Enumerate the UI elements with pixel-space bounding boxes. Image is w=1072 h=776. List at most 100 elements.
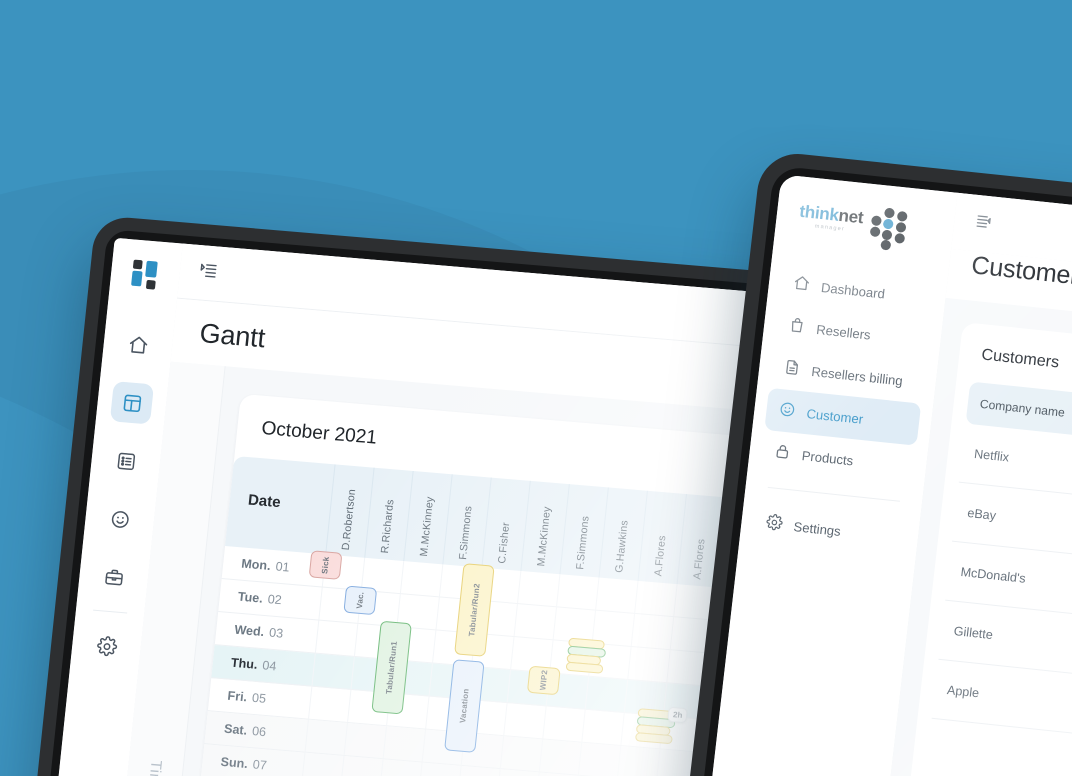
logo-think: think (798, 201, 840, 225)
gantt-resource-label: M.McKinney (535, 506, 554, 568)
gantt-dow: Sun. (219, 754, 249, 772)
gantt-cell[interactable] (506, 670, 550, 706)
gantt-cell[interactable] (321, 554, 365, 590)
table-row[interactable]: AppleKristin (931, 659, 1072, 760)
gantt-cell[interactable] (588, 643, 631, 679)
sidebar-item-settings[interactable]: Settings (751, 501, 908, 559)
gantt-cell[interactable] (314, 620, 358, 656)
list-view-icon[interactable] (197, 260, 220, 287)
rail-item-gantt[interactable] (109, 381, 155, 425)
gantt-day-number: 05 (251, 690, 267, 706)
rail-item-people[interactable] (98, 497, 142, 540)
gantt-resource-label: A.Flores (691, 538, 708, 581)
gantt-cell[interactable] (513, 603, 556, 640)
gantt-cell[interactable] (428, 663, 471, 699)
logo-wordmark: thinknet manager (798, 201, 865, 235)
sidebar-item-label: Resellers billing (810, 363, 904, 388)
gantt-cell[interactable] (517, 570, 560, 607)
gantt-cell[interactable] (549, 640, 592, 676)
gantt-cell[interactable] (581, 709, 624, 745)
gantt-cell[interactable] (545, 673, 589, 709)
rail-item-lists[interactable] (104, 439, 148, 482)
gantt-cell[interactable] (595, 577, 638, 613)
gantt-cell[interactable] (350, 656, 393, 693)
rail-item-home[interactable] (116, 323, 160, 366)
rail-item-settings[interactable] (84, 624, 128, 667)
sidebar-item-label: Customer (805, 405, 865, 427)
gantt-cell[interactable] (340, 755, 383, 776)
rail-item-jobs[interactable] (92, 555, 136, 598)
cell-company-name: Apple (946, 683, 980, 701)
gantt-cell[interactable] (357, 590, 400, 627)
gantt-cell[interactable] (556, 574, 599, 610)
gantt-day-number: 06 (251, 724, 267, 740)
gantt-cell[interactable] (616, 745, 660, 776)
gantt-cell[interactable] (418, 762, 461, 776)
gantt-cell[interactable] (432, 630, 475, 666)
gantt-cell[interactable] (460, 732, 504, 769)
gantt-dow: Fri. (226, 688, 248, 705)
logo-net: net (837, 205, 865, 228)
gantt-cell[interactable] (389, 660, 432, 696)
gantt-cell[interactable] (478, 567, 521, 603)
sidebar-item-label: Dashboard (820, 279, 886, 302)
smiley-face-icon (778, 400, 797, 422)
gantt-resource-label: D.Robertson (339, 488, 359, 551)
gantt-cell[interactable] (360, 557, 404, 594)
gantt-cell[interactable] (538, 739, 582, 775)
thinknet-logo-icon[interactable] (131, 259, 160, 290)
gantt-cell[interactable] (552, 607, 596, 643)
gantt-cell[interactable] (343, 722, 387, 759)
document-icon (782, 358, 801, 380)
gantt-cell[interactable] (464, 699, 507, 736)
gantt-cell[interactable] (311, 653, 354, 689)
nav-divider (767, 486, 900, 502)
gantt-cell[interactable] (630, 613, 674, 650)
gantt-cell[interactable] (634, 580, 677, 617)
sidebar-item-label: Resellers (815, 321, 872, 343)
gantt-cell[interactable] (438, 564, 482, 600)
tablet-nav: Dashboard Resellers Resellers billing Custo… (739, 260, 947, 560)
gantt-cell[interactable] (503, 703, 546, 739)
gantt-cell[interactable] (591, 610, 635, 646)
gantt-cell[interactable] (542, 706, 585, 742)
gantt-cell[interactable] (386, 693, 429, 729)
gantt-cell[interactable] (353, 623, 397, 660)
gantt-cell[interactable] (435, 597, 478, 633)
list-view-icon[interactable] (973, 211, 994, 236)
gantt-cell[interactable] (393, 627, 436, 663)
gantt-cell[interactable] (474, 600, 517, 636)
gantt-day-number: 02 (267, 592, 283, 608)
gantt-cell[interactable] (304, 719, 347, 755)
gantt-resource-label: G.Hawkins (613, 520, 631, 574)
bag-icon (787, 316, 806, 338)
gantt-cell[interactable] (623, 679, 667, 716)
gantt-date-header: Date (247, 490, 282, 511)
smiley-face-icon (108, 508, 131, 531)
gantt-cell[interactable] (471, 633, 514, 670)
gantt-resource-label: F.Simmons (574, 515, 592, 571)
gantt-resource-label: R.Richards (378, 498, 397, 554)
customers-table-body: NetflixDevoneBayBessieMcDonald'sArleneGi… (918, 422, 1072, 760)
gantt-cell[interactable] (499, 736, 543, 772)
gantt-cell[interactable] (421, 729, 465, 765)
gantt-cell[interactable] (347, 689, 390, 726)
rail-divider (93, 609, 128, 614)
gantt-cell[interactable] (510, 636, 553, 673)
gantt-cell[interactable] (301, 752, 344, 776)
gantt-cell[interactable] (584, 676, 628, 712)
list-details-icon (114, 449, 137, 472)
gantt-cell[interactable] (382, 726, 426, 762)
gantt-cell[interactable] (308, 686, 351, 722)
gantt-resource-label: A.Flores (652, 535, 669, 578)
gantt-cell[interactable] (620, 712, 663, 749)
gantt-cell[interactable] (318, 587, 361, 623)
gantt-cell[interactable] (425, 696, 468, 732)
gantt-cell[interactable] (467, 666, 511, 703)
gantt-cell[interactable] (379, 759, 422, 776)
gantt-cell[interactable] (627, 646, 670, 683)
gantt-cell[interactable] (399, 561, 443, 597)
gantt-cell[interactable] (396, 594, 439, 630)
gantt-cell[interactable] (577, 742, 621, 776)
gantt-dow: Tue. (237, 589, 264, 606)
